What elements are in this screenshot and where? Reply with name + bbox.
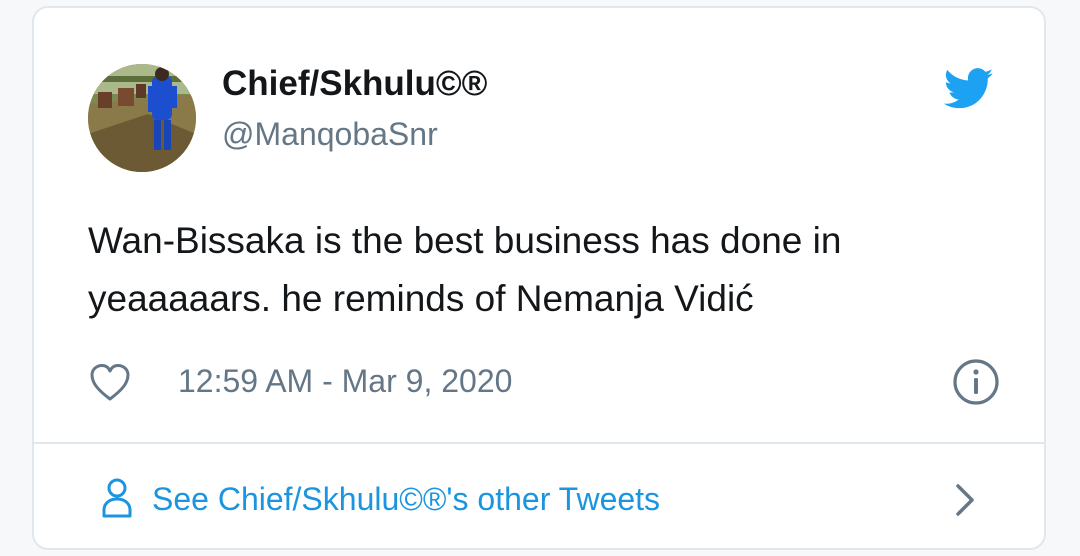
- avatar[interactable]: [88, 64, 196, 172]
- avatar-photo: [88, 64, 196, 172]
- display-name[interactable]: Chief/Skhulu©®: [222, 64, 487, 104]
- tweet-card: Chief/Skhulu©® @ManqobaSnr Wan-Bissaka i…: [32, 6, 1046, 550]
- chevron-right-icon[interactable]: [954, 482, 976, 518]
- tweet-meta: 12:59 AM - Mar 9, 2020: [88, 358, 1000, 410]
- info-icon[interactable]: [952, 358, 1000, 406]
- tweet-text: Wan-Bissaka is the best business has don…: [88, 220, 842, 319]
- tweet-timestamp[interactable]: 12:59 AM - Mar 9, 2020: [178, 363, 512, 400]
- other-tweets-link[interactable]: See Chief/Skhulu©®'s other Tweets: [34, 444, 1044, 548]
- user-handle[interactable]: @ManqobaSnr: [222, 116, 438, 153]
- person-icon: [102, 478, 132, 518]
- heart-icon[interactable]: [90, 364, 130, 402]
- other-tweets-label[interactable]: See Chief/Skhulu©®'s other Tweets: [152, 481, 660, 518]
- twitter-bird-icon[interactable]: [944, 68, 994, 110]
